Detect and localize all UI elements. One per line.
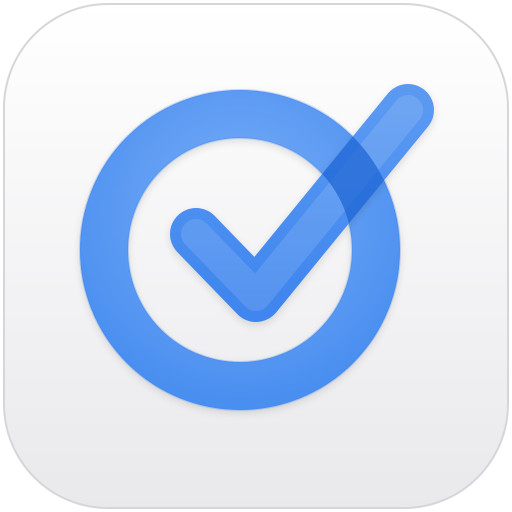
app-icon-stage: [0, 0, 512, 512]
checkmark-in-ring-icon: [3, 3, 509, 509]
app-icon[interactable]: [0, 0, 512, 512]
